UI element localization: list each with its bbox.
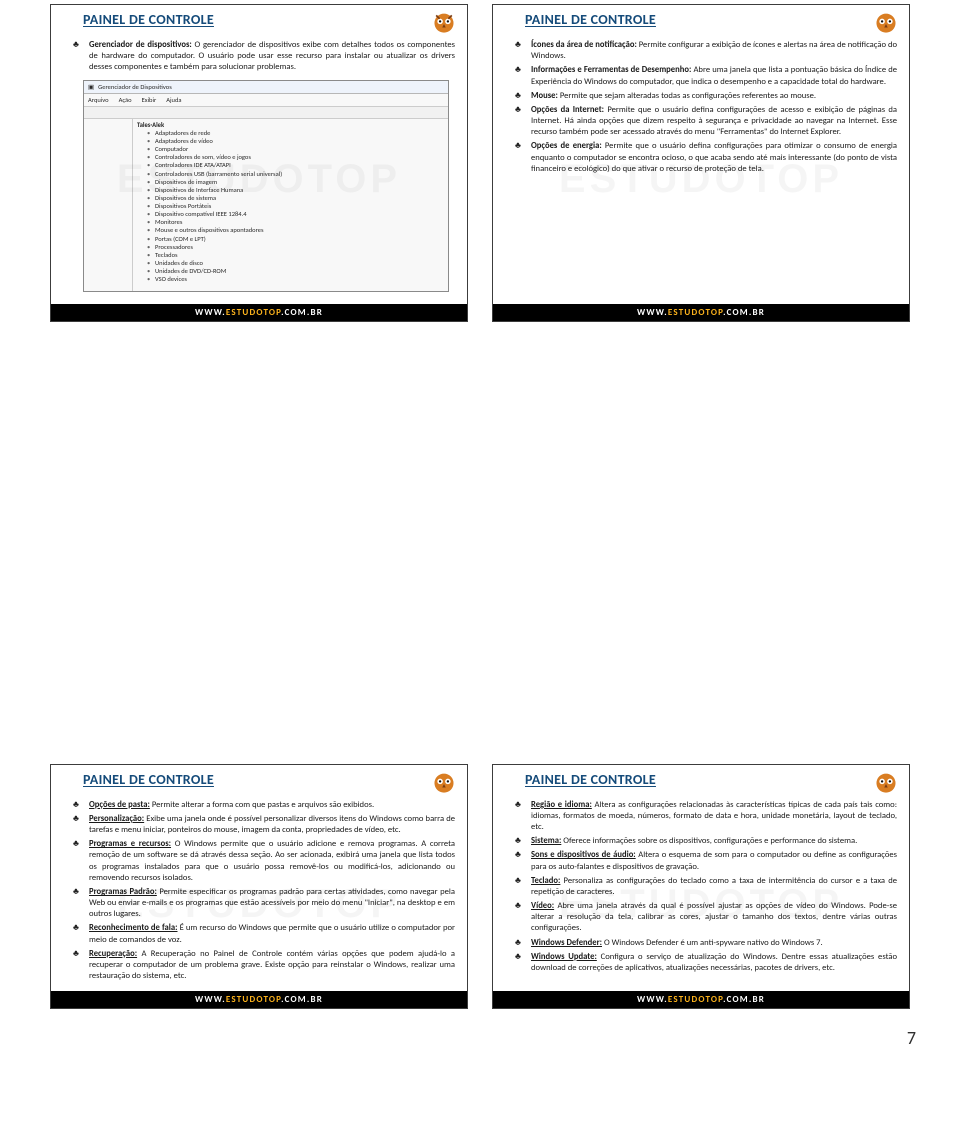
clubs-icon: ♣ xyxy=(73,814,83,836)
tree-item[interactable]: Monitores xyxy=(147,218,444,226)
bullet-sistema: ♣Sistema: Oferece informações sobre os d… xyxy=(515,836,897,847)
clubs-icon: ♣ xyxy=(73,839,83,884)
slide-title: PAINEL DE CONTROLE xyxy=(83,771,214,788)
tree-item[interactable]: Adaptadores de rede xyxy=(147,129,444,137)
tree-item[interactable]: Controladores USB (barramento serial uni… xyxy=(147,170,444,178)
bullet-personalizacao: ♣Personalização: Exibe uma janela onde é… xyxy=(73,814,455,836)
slide-title: PAINEL DE CONTROLE xyxy=(83,11,214,28)
slide-footer: WWW.ESTUDOTOP.COM.BR xyxy=(51,304,467,321)
clubs-icon: ♣ xyxy=(515,40,525,62)
bullet-teclado: ♣Teclado: Personaliza as configurações d… xyxy=(515,876,897,898)
clubs-icon: ♣ xyxy=(515,105,525,139)
clubs-icon: ♣ xyxy=(515,876,525,898)
slide-footer: WWW.ESTUDOTOP.COM.BR xyxy=(493,304,909,321)
clubs-icon: ♣ xyxy=(515,800,525,834)
clubs-icon: ♣ xyxy=(515,938,525,949)
tree-item[interactable]: Processadores xyxy=(147,243,444,251)
slides-grid: ESTUDOTOP PAINEL DE CONTROLE ♣ Gerenciad… xyxy=(0,0,960,330)
bullet-programas-padrao: ♣Programas Padrão: Permite especificar o… xyxy=(73,887,455,921)
tree-item[interactable]: Dispositivos de sistema xyxy=(147,194,444,202)
tree-item[interactable]: Controladores de som, vídeo e jogos xyxy=(147,153,444,161)
owl-logo-icon xyxy=(431,11,457,35)
bullet-defender: ♣Windows Defender: O Windows Defender é … xyxy=(515,938,897,949)
page-number: 7 xyxy=(0,1017,960,1049)
slide-footer: WWW.ESTUDOTOP.COM.BR xyxy=(51,991,467,1008)
clubs-icon: ♣ xyxy=(515,91,525,102)
clubs-icon: ♣ xyxy=(73,800,83,811)
device-tree: Tales·Alek Adaptadores de rede Adaptador… xyxy=(133,119,448,291)
tree-item[interactable]: Teclados xyxy=(147,251,444,259)
slide-title: PAINEL DE CONTROLE xyxy=(525,771,656,788)
tree-item[interactable]: Unidades de disco xyxy=(147,259,444,267)
slide-title: PAINEL DE CONTROLE xyxy=(525,11,656,28)
tree-root[interactable]: Tales·Alek xyxy=(137,121,444,129)
bullet-internet: ♣Opções da Internet: Permite que o usuár… xyxy=(515,105,897,139)
device-manager-window: ▣ Gerenciador de Dispositivos Arquivo Aç… xyxy=(83,80,449,292)
tree-item[interactable]: Computador xyxy=(147,145,444,153)
tree-item[interactable]: Mouse e outros dispositivos apontadores xyxy=(147,226,444,234)
owl-logo-icon xyxy=(873,771,899,795)
owl-logo-icon xyxy=(431,771,457,795)
window-titlebar: ▣ Gerenciador de Dispositivos xyxy=(84,81,448,94)
tree-item[interactable]: Dispositivos de imagem xyxy=(147,178,444,186)
page-spacer xyxy=(0,330,960,760)
menu-bar: Arquivo Ação Exibir Ajuda xyxy=(84,94,448,107)
tree-item[interactable]: VSO devices xyxy=(147,275,444,283)
bullet-mouse: ♣Mouse: Permite que sejam alteradas toda… xyxy=(515,91,897,102)
bullet-video: ♣Vídeo: Abre uma janela através da qual … xyxy=(515,901,897,935)
tree-item[interactable]: Adaptadores de vídeo xyxy=(147,137,444,145)
bullet-pasta: ♣Opções de pasta: Permite alterar a form… xyxy=(73,800,455,811)
slide-4: ESTUDOTOP PAINEL DE CONTROLE ♣Região e i… xyxy=(492,764,910,1010)
slides-grid-2: ESTUDOTOP PAINEL DE CONTROLE ♣Opções de … xyxy=(0,760,960,1018)
clubs-icon: ♣ xyxy=(515,141,525,175)
slide-3: ESTUDOTOP PAINEL DE CONTROLE ♣Opções de … xyxy=(50,764,468,1010)
owl-logo-icon xyxy=(873,11,899,35)
tree-item[interactable]: Unidades de DVD/CD-ROM xyxy=(147,267,444,275)
bullet-programas: ♣Programas e recursos: O Windows permite… xyxy=(73,839,455,884)
bullet-sons: ♣Sons e dispositivos de áudio: Altera o … xyxy=(515,850,897,872)
slide-footer: WWW.ESTUDOTOP.COM.BR xyxy=(493,991,909,1008)
clubs-icon: ♣ xyxy=(515,901,525,935)
clubs-icon: ♣ xyxy=(73,923,83,945)
clubs-icon: ♣ xyxy=(515,836,525,847)
tree-item[interactable]: Dispositivos Portáteis xyxy=(147,202,444,210)
clubs-icon: ♣ xyxy=(515,952,525,974)
bullet-gerenciador: ♣ Gerenciador de dispositivos: O gerenci… xyxy=(73,40,455,74)
toolbar xyxy=(84,107,448,119)
bullet-fala: ♣Reconhecimento de fala: É um recurso do… xyxy=(73,923,455,945)
clubs-icon: ♣ xyxy=(73,40,83,74)
bullet-energia: ♣Opções de energia: Permite que o usuári… xyxy=(515,141,897,175)
document-page: ESTUDOTOP PAINEL DE CONTROLE ♣ Gerenciad… xyxy=(0,0,960,1049)
window-title: Gerenciador de Dispositivos xyxy=(98,83,172,91)
clubs-icon: ♣ xyxy=(515,65,525,87)
tree-item[interactable]: Portas (COM e LPT) xyxy=(147,235,444,243)
menu-item[interactable]: Ajuda xyxy=(166,96,181,104)
bullet-regiao: ♣Região e idioma: Altera as configuraçõe… xyxy=(515,800,897,834)
clubs-icon: ♣ xyxy=(73,949,83,983)
bullet-icones: ♣Ícones da área de notificação: Permite … xyxy=(515,40,897,62)
bullet-recuperacao: ♣Recuperação: A Recuperação no Painel de… xyxy=(73,949,455,983)
menu-item[interactable]: Ação xyxy=(119,96,132,104)
bullet-update: ♣Windows Update: Configura o serviço de … xyxy=(515,952,897,974)
slide-1: ESTUDOTOP PAINEL DE CONTROLE ♣ Gerenciad… xyxy=(50,4,468,322)
clubs-icon: ♣ xyxy=(515,850,525,872)
menu-item[interactable]: Exibir xyxy=(142,96,157,104)
window-icon: ▣ xyxy=(88,83,94,91)
tree-item[interactable]: Dispositivo compatível IEEE 1284.4 xyxy=(147,210,444,218)
clubs-icon: ♣ xyxy=(73,887,83,921)
slide-2: ESTUDOTOP PAINEL DE CONTROLE ♣Ícones da … xyxy=(492,4,910,322)
tree-item[interactable]: Controladores IDE ATA/ATAPI xyxy=(147,161,444,169)
left-pane xyxy=(84,119,133,291)
bullet-info: ♣Informações e Ferramentas de Desempenho… xyxy=(515,65,897,87)
tree-item[interactable]: Dispositivos de Interface Humana xyxy=(147,186,444,194)
menu-item[interactable]: Arquivo xyxy=(88,96,109,104)
